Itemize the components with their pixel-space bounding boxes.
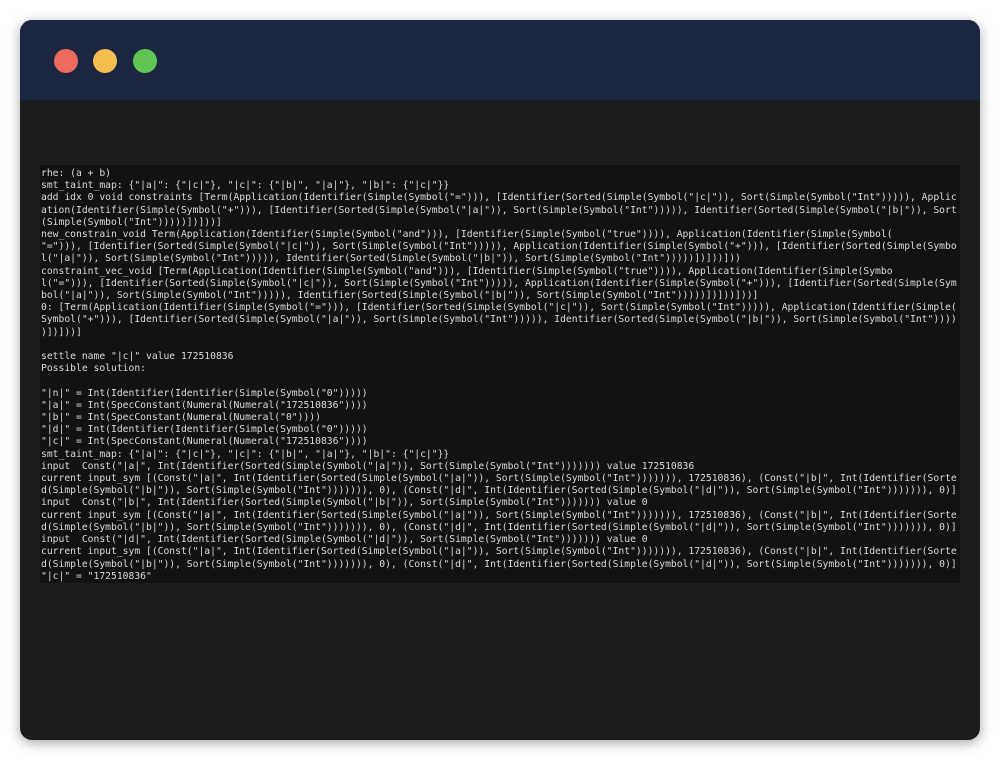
terminal-line: "|a|" = Int(SpecConstant(Numeral(Numeral… [41,399,368,411]
terminal-line: d(Simple(Symbol("|b|")), Sort(Simple(Sym… [41,521,957,533]
terminal-line: "="))), [Identifier(Sorted(Simple(Symbol… [41,241,957,253]
terminal-window: rhe: (a + b) smt_taint_map: {"|a|": {"|c… [20,20,980,740]
terminal-line: Possible solution: [41,363,146,375]
terminal-line: input Const("|d|", Int(Identifier(Sorted… [41,534,648,546]
terminal-line: 0: [Term(Application(Identifier(Simple(S… [41,302,957,314]
title-bar [20,20,980,100]
terminal-line: current input_sym [(Const("|a|", Int(Ide… [41,473,957,485]
terminal-line: "|c|" = Int(SpecConstant(Numeral(Numeral… [41,436,368,448]
terminal-line: "|n|" = Int(Identifier(Identifier(Simple… [41,387,368,399]
terminal-line: rhe: (a + b) [41,168,111,179]
terminal-line: d(Simple(Symbol("|b|")), Sort(Simple(Sym… [41,485,957,497]
terminal-line: current input_sym [(Const("|a|", Int(Ide… [41,509,957,521]
terminal-line: add idx 0 void constraints [Term(Applica… [41,192,957,204]
terminal-line: "|d|" = Int(Identifier(Identifier(Simple… [41,424,368,436]
terminal-line: current input_sym [(Const("|a|", Int(Ide… [41,546,957,558]
terminal-line: smt_taint_map: {"|a|": {"|c|"}, "|c|": {… [41,180,450,192]
terminal-line: input Const("|b|", Int(Identifier(Sorted… [41,497,648,509]
terminal-line: l("="))), [Identifier(Sorted(Simple(Symb… [41,277,957,289]
terminal-line: input Const("|a|", Int(Identifier(Sorted… [41,460,695,472]
terminal-output[interactable]: rhe: (a + b) smt_taint_map: {"|a|": {"|c… [40,165,960,583]
terminal-line: "|c|" = "172510836" [41,570,152,582]
terminal-line: smt_taint_map: {"|a|": {"|c|"}, "|c|": {… [41,448,450,460]
terminal-line: (Simple(Symbol("Int")))))])]))] [41,216,222,228]
close-button[interactable] [54,49,78,73]
terminal-text: rhe: (a + b) smt_taint_map: {"|a|": {"|c… [40,165,960,583]
terminal-line: constraint_vec_void [Term(Application(Id… [41,265,893,277]
terminal-line: l("|a|")), Sort(Simple(Symbol("Int")))))… [41,253,741,265]
terminal-line: bol("|a|")), Sort(Simple(Symbol("Int")))… [41,290,759,302]
maximize-button[interactable] [133,49,157,73]
terminal-line: )])]))] [41,326,82,338]
terminal-line: settle name "|c|" value 172510836 [41,351,234,363]
terminal-line: d(Simple(Symbol("|b|")), Sort(Simple(Sym… [41,558,957,570]
terminal-line: "|b|" = Int(SpecConstant(Numeral(Numeral… [41,412,321,424]
minimize-button[interactable] [93,49,117,73]
terminal-line: new_constrain_void Term(Application(Iden… [41,229,893,241]
terminal-line: Symbol("+"))), [Identifier(Sorted(Simple… [41,314,957,326]
terminal-line: ation(Identifier(Simple(Symbol("+"))), [… [41,204,957,216]
